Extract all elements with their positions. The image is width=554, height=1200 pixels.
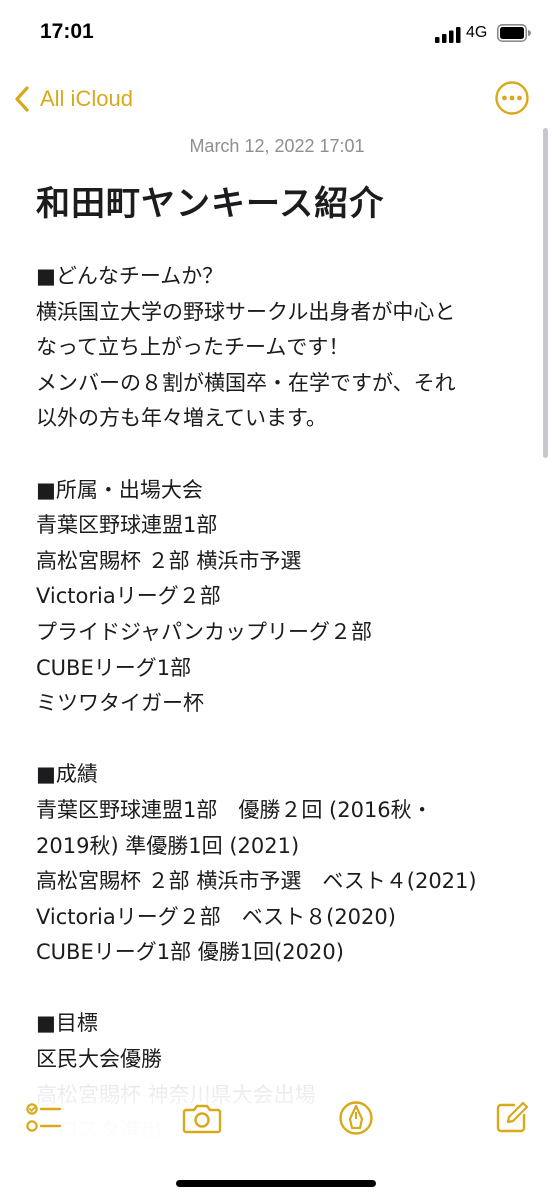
note-line: ミツワタイガー杯 (36, 691, 204, 716)
status-bar: 17:01 4G (0, 0, 554, 70)
note-line: 以外の方も年々増えています。 (36, 406, 327, 431)
note-line: プライドジャパンカップリーグ２部 (36, 619, 372, 644)
note-line: ■所属・出場大会 (36, 477, 203, 502)
note-line: ■目標 (36, 1011, 98, 1036)
back-button[interactable]: All iCloud (14, 86, 133, 112)
note-line: メンバーの８割が横国卒・在学ですが、それ (36, 370, 456, 395)
note-line: なって立ち上がったチームです！ (36, 335, 350, 360)
note-line: ■どんなチームか？ (36, 264, 224, 288)
note-content[interactable]: March 12, 2022 17:01 和田町ヤンキース紹介 ■どんなチームか… (36, 130, 516, 1149)
note-line: 青葉区野球連盟1部 (36, 513, 218, 538)
back-label: All iCloud (40, 86, 133, 111)
compose-icon[interactable] (494, 1100, 530, 1136)
scrollbar[interactable] (543, 128, 548, 458)
note-line: 横浜国立大学の野球サークル出身者が中心と (36, 299, 456, 324)
note-line: 高松宮賜杯 ２部 横浜市予選 (36, 548, 302, 573)
note-line: 区民大会優勝 (36, 1047, 162, 1072)
camera-icon[interactable] (182, 1100, 222, 1136)
checklist-icon[interactable] (24, 1100, 64, 1136)
note-date: March 12, 2022 17:01 (189, 136, 365, 156)
network-label: 4G (466, 24, 488, 41)
note-line: Victoriaリーグ２部 ベスト８(2020) (36, 904, 396, 929)
signal-icon (435, 27, 461, 43)
note-line: 青葉区野球連盟1部 優勝２回 (2016秋・ (36, 797, 433, 822)
note-body[interactable]: ■どんなチームか？ 横浜国立大学の野球サークル出身者が中心と なって立ち上がったチー… (36, 259, 516, 1149)
battery-icon (497, 24, 531, 42)
pen-tip-icon[interactable] (338, 1100, 374, 1136)
chevron-left-icon (15, 86, 29, 112)
home-indicator[interactable] (176, 1180, 376, 1187)
note-line: 高松宮賜杯 ２部 横浜市予選 ベスト４(2021) (36, 869, 477, 894)
navigation-bar: All iCloud (0, 78, 554, 122)
note-line: ■成績 (36, 762, 98, 787)
ellipsis-circle-icon[interactable] (494, 80, 530, 116)
note-line: Victoriaリーグ２部 (36, 584, 221, 609)
note-line: CUBEリーグ1部 (36, 655, 192, 680)
note-line: 2019秋) 準優勝1回 (2021) (36, 833, 300, 858)
note-title[interactable]: 和田町ヤンキース紹介 (36, 176, 516, 225)
status-time: 17:01 (40, 20, 94, 43)
note-line: CUBEリーグ1部 優勝1回(2020) (36, 940, 344, 965)
